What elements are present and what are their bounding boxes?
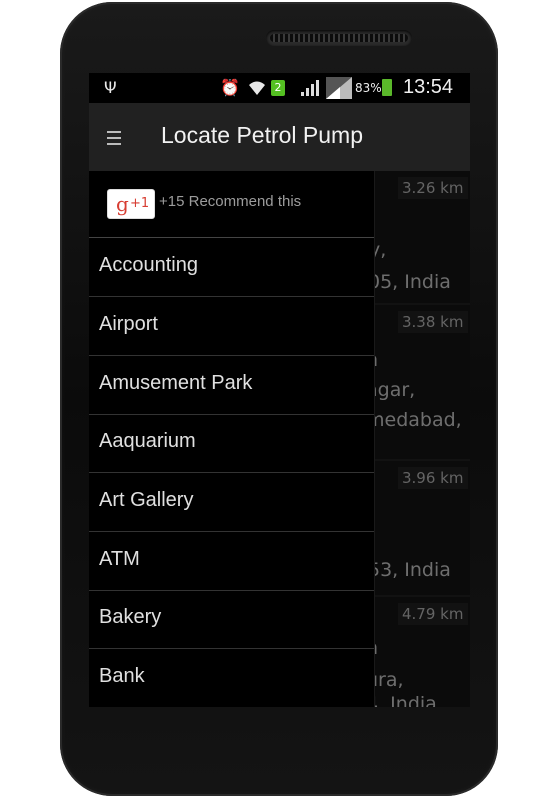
- signal-icon: [301, 80, 319, 96]
- usb-icon: Ψ: [104, 78, 117, 97]
- signal-strength-icon: [326, 77, 352, 99]
- wifi-icon: [247, 79, 267, 97]
- drawer-item-label: Amusement Park: [99, 372, 253, 394]
- drawer-item-aaquarium[interactable]: Aaquarium: [89, 414, 374, 473]
- drawer-item-atm[interactable]: ATM: [89, 532, 374, 591]
- status-bar: Ψ ⏰ 2 83% 13:54: [89, 73, 470, 103]
- wifi-badge: 2: [271, 80, 285, 96]
- hamburger-icon[interactable]: [107, 131, 121, 145]
- app-title[interactable]: Locate Petrol Pump: [161, 122, 363, 149]
- gplus-g: g: [116, 192, 129, 216]
- alarm-clock-icon: ⏰: [220, 78, 240, 97]
- drawer-item-label: Bakery: [99, 606, 162, 628]
- drawer-item-accounting[interactable]: Accounting: [89, 238, 374, 297]
- navigation-drawer: g +1 +15 Recommend this Accounting Airpo…: [89, 171, 375, 707]
- gplus-plus-one: +1: [130, 196, 150, 211]
- drawer-item-label: Aaquarium: [99, 430, 196, 452]
- drawer-item-label: Bank: [99, 665, 145, 687]
- drawer-item-art-gallery[interactable]: Art Gallery: [89, 473, 374, 532]
- gplus-recommend-text: +15 Recommend this: [159, 193, 302, 210]
- drawer-item-label: Airport: [99, 313, 158, 335]
- battery-percent: 83%: [355, 81, 382, 95]
- drawer-item-bakery[interactable]: Bakery: [89, 590, 374, 649]
- device-screen: Ψ ⏰ 2 83% 13:54 Locate Petrol Pump 3.26 …: [89, 73, 470, 707]
- drawer-item-airport[interactable]: Airport: [89, 297, 374, 356]
- action-bar: Locate Petrol Pump: [89, 103, 470, 171]
- drawer-item-label: Accounting: [99, 254, 198, 276]
- speaker-grille-holes: [270, 34, 408, 42]
- gplus-one-button[interactable]: g +1: [107, 189, 155, 219]
- clock: 13:54: [403, 76, 454, 98]
- drawer-item-bank[interactable]: Bank: [89, 649, 374, 707]
- drawer-item-label: ATM: [99, 548, 140, 570]
- drawer-scrim[interactable]: [374, 171, 470, 707]
- gplus-row: g +1 +15 Recommend this: [89, 171, 374, 238]
- battery-icon: [382, 79, 392, 96]
- drawer-item-label: Art Gallery: [99, 489, 194, 511]
- drawer-item-amusement-park[interactable]: Amusement Park: [89, 356, 374, 415]
